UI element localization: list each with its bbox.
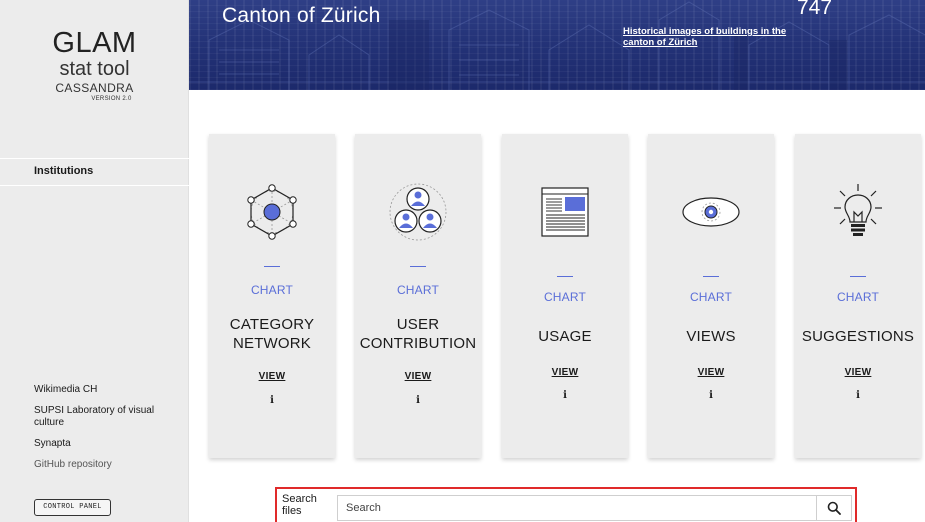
collection-description-link[interactable]: Historical images of buildings in the ca… xyxy=(623,26,793,48)
usage-view-link[interactable]: VIEW xyxy=(502,367,628,378)
card-user-contribution: CHART USER CONTRIBUTION VIEW i xyxy=(355,134,481,458)
search-files-bar: Search files xyxy=(275,487,857,522)
suggestions-info-icon[interactable]: i xyxy=(795,390,921,401)
suggestions-view-link[interactable]: VIEW xyxy=(795,367,921,378)
card-divider xyxy=(410,266,426,267)
usage-icon xyxy=(502,182,628,242)
link-synapta[interactable]: Synapta xyxy=(34,438,184,450)
logo-version: VERSION 2.0 xyxy=(91,96,132,102)
logo-product: CASSANDRA xyxy=(55,81,134,95)
card-kind: CHART xyxy=(250,283,294,297)
user-contribution-view-link[interactable]: VIEW xyxy=(355,371,481,382)
sidebar-item-institutions[interactable]: Institutions xyxy=(0,158,189,186)
user-contribution-icon xyxy=(355,182,481,242)
sidebar: GLAM stat tool CASSANDRA VERSION 2.0 Ins… xyxy=(0,0,189,522)
views-view-link[interactable]: VIEW xyxy=(648,367,774,378)
card-usage: CHART USAGE VIEW i xyxy=(502,134,628,458)
collection-banner: Canton of Zürich Historical images of bu… xyxy=(189,0,925,90)
eye-icon xyxy=(648,182,774,242)
card-title: SUGGESTIONS xyxy=(801,328,915,345)
search-input[interactable] xyxy=(337,495,817,521)
card-divider xyxy=(264,266,280,267)
control-panel-button[interactable]: CONTROL PANEL xyxy=(34,499,111,516)
search-icon xyxy=(827,501,841,515)
card-category-network: CHART CATEGORY NETWORK VIEW i xyxy=(209,134,335,458)
card-divider xyxy=(557,276,573,277)
card-title: USAGE xyxy=(538,328,592,345)
card-title: VIEWS xyxy=(686,328,736,345)
lightbulb-icon xyxy=(795,182,921,242)
search-files-label: Search files xyxy=(282,493,317,517)
card-kind: CHART xyxy=(396,283,440,297)
card-title: CATEGORY NETWORK xyxy=(229,316,315,352)
link-wikimedia-ch[interactable]: Wikimedia CH xyxy=(34,384,184,396)
sidebar-footer-links: Wikimedia CH SUPSI Laboratory of visual … xyxy=(34,384,184,480)
collection-title: Canton of Zürich xyxy=(222,4,381,27)
card-divider xyxy=(850,276,866,277)
search-button[interactable] xyxy=(816,495,852,521)
collection-file-count: 747 xyxy=(797,0,833,19)
views-info-icon[interactable]: i xyxy=(648,390,774,401)
category-network-view-link[interactable]: VIEW xyxy=(209,371,335,382)
card-kind: CHART xyxy=(689,290,733,304)
category-network-info-icon[interactable]: i xyxy=(209,395,335,406)
link-supsi-lab[interactable]: SUPSI Laboratory of visual culture xyxy=(34,405,184,429)
logo-subtitle: stat tool xyxy=(59,58,130,80)
usage-info-icon[interactable]: i xyxy=(502,390,628,401)
app-logo[interactable]: GLAM stat tool CASSANDRA VERSION 2.0 xyxy=(0,28,189,104)
card-divider xyxy=(703,276,719,277)
card-title: USER CONTRIBUTION xyxy=(359,316,477,352)
card-suggestions: CHART SUGGESTIONS VIEW i xyxy=(795,134,921,458)
card-kind: CHART xyxy=(836,290,880,304)
logo-title: GLAM xyxy=(52,27,137,59)
card-views: CHART VIEWS VIEW i xyxy=(648,134,774,458)
category-network-icon xyxy=(209,182,335,242)
link-github-repository[interactable]: GitHub repository xyxy=(34,459,184,471)
card-kind: CHART xyxy=(543,290,587,304)
user-contribution-info-icon[interactable]: i xyxy=(355,395,481,406)
